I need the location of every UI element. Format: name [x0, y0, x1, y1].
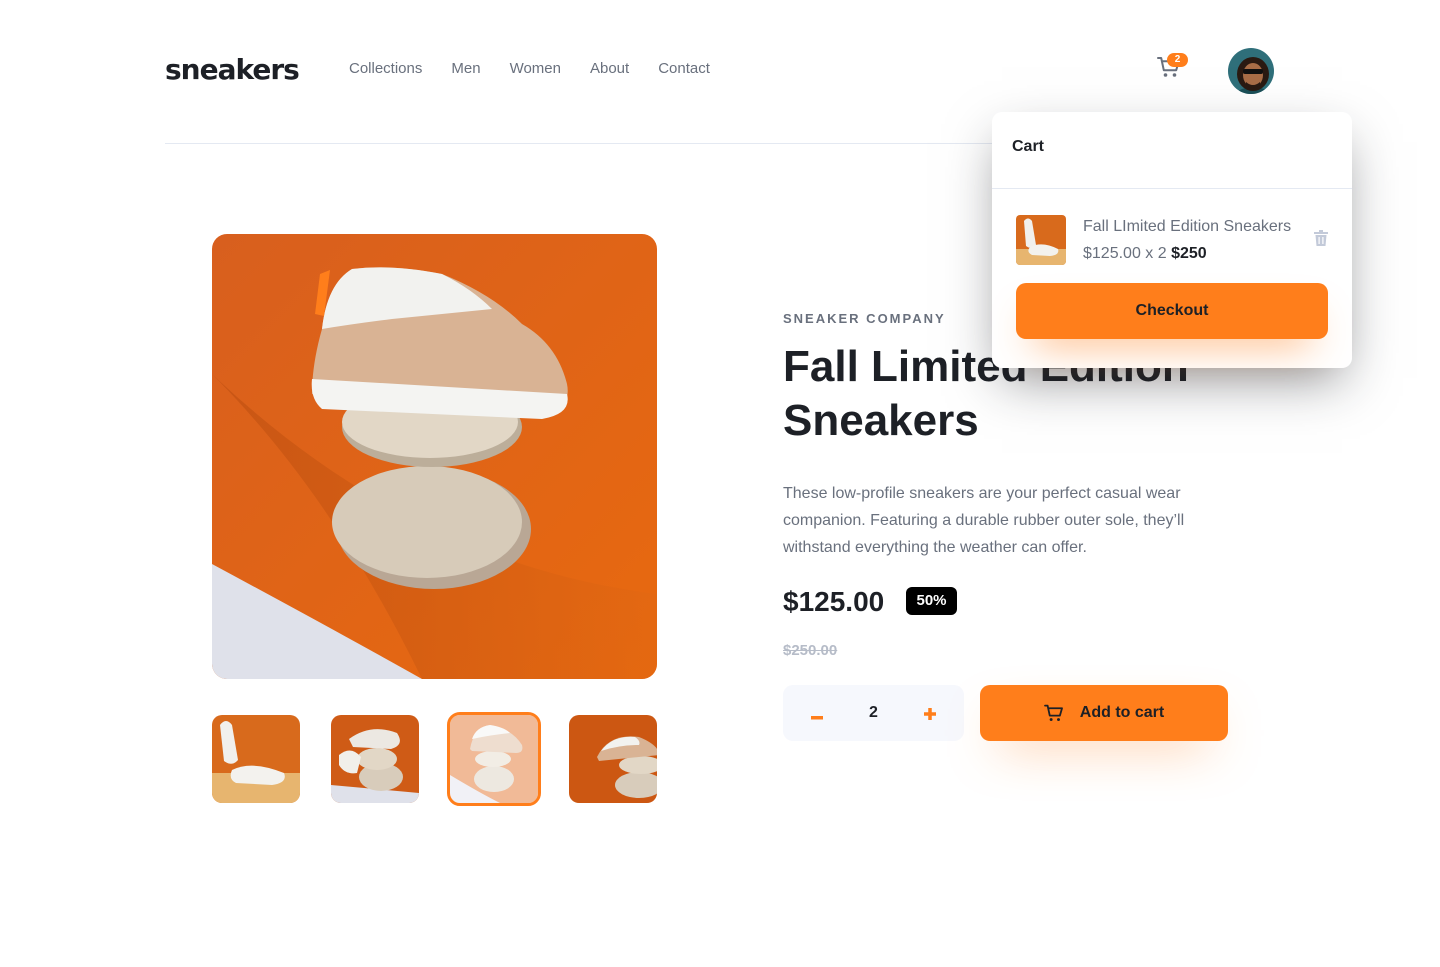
cart-item-thumbnail — [1016, 215, 1066, 265]
discount-badge: 50% — [906, 587, 957, 615]
nav-contact[interactable]: Contact — [658, 60, 710, 77]
cart-icon — [1043, 704, 1063, 722]
cart-item-total: $250 — [1171, 245, 1207, 262]
minus-icon — [811, 716, 823, 720]
nav-about[interactable]: About — [590, 60, 629, 77]
cart-count-badge: 2 — [1167, 53, 1188, 67]
main-nav: Collections Men Women About Contact — [349, 60, 710, 77]
product-thumbnail-1[interactable] — [212, 715, 300, 803]
minus-button[interactable] — [807, 701, 827, 725]
product-thumbnail-4[interactable] — [569, 715, 657, 803]
plus-icon — [924, 708, 936, 720]
plus-button[interactable] — [920, 701, 940, 725]
nav-collections[interactable]: Collections — [349, 60, 422, 77]
nav-men[interactable]: Men — [451, 60, 480, 77]
cart-divider — [992, 188, 1352, 189]
original-price: $250.00 — [783, 642, 838, 659]
logo[interactable]: sneakers — [165, 53, 300, 86]
quantity-stepper: 2 — [783, 685, 964, 741]
add-to-cart-button[interactable]: Add to cart — [980, 685, 1228, 741]
product-main-image[interactable] — [212, 234, 657, 679]
add-to-cart-label: Add to cart — [1079, 704, 1165, 721]
company-label: SNEAKER COMPANY — [783, 311, 946, 326]
cart-title: Cart — [1012, 138, 1045, 155]
delete-icon[interactable] — [1314, 230, 1328, 246]
product-description: These low-profile sneakers are your perf… — [783, 485, 1185, 556]
avatar[interactable] — [1226, 46, 1276, 96]
cart-item-price-calc: $125.00 x 2 $250 — [1083, 245, 1207, 263]
product-thumbnail-2[interactable] — [331, 715, 419, 803]
cart-item-calc-text: $125.00 x 2 — [1083, 245, 1167, 262]
nav-women[interactable]: Women — [510, 60, 561, 77]
checkout-button[interactable]: Checkout — [1016, 283, 1328, 339]
cart-dropdown: Cart Fall LImited Edition Sneakers $125.… — [992, 112, 1352, 368]
quantity-value: 2 — [869, 704, 878, 721]
cart-item-name: Fall LImited Edition Sneakers — [1083, 218, 1292, 235]
product-thumbnail-3[interactable] — [447, 712, 541, 806]
product-price: $125.00 — [783, 586, 885, 617]
